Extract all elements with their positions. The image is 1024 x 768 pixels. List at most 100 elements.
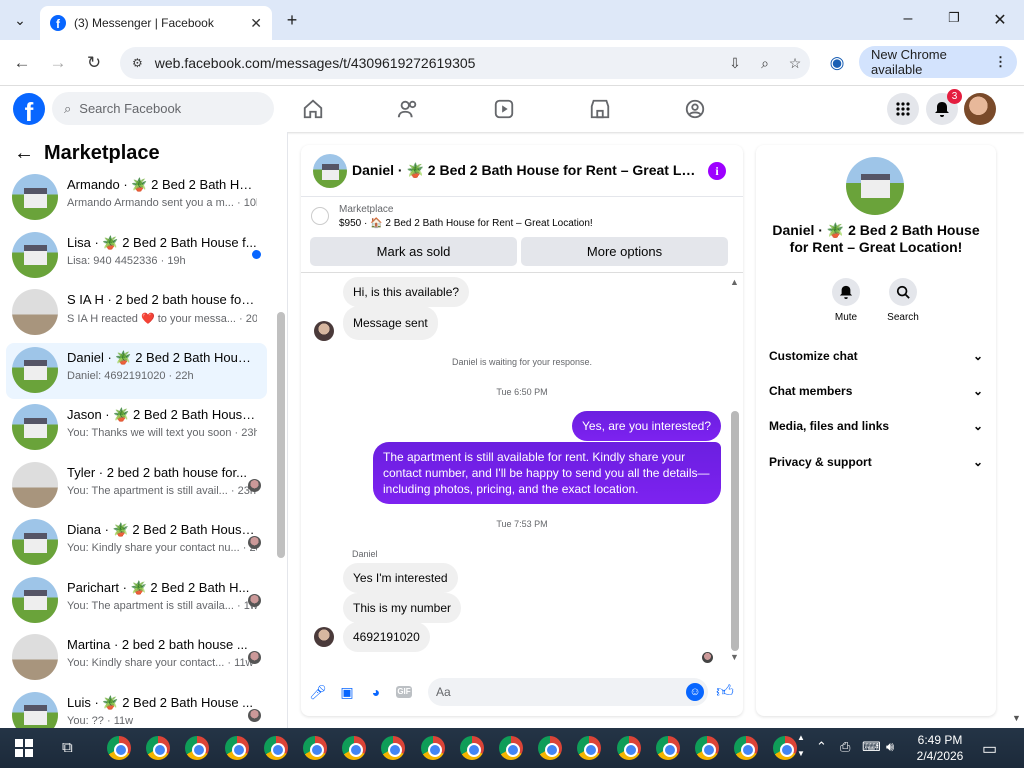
network-icon[interactable]: ⌨ [862,739,881,755]
chrome-taskbar-icon[interactable] [655,736,680,760]
taskbar-scroll-icon[interactable]: ▲ ▼ [797,730,805,762]
conversation-preview: S IA H reacted ❤️ to your messa... · 20h [67,312,257,325]
conversation-item[interactable]: Lisa · 🪴 2 Bed 2 Bath House f... Lisa: 94… [6,228,267,284]
mark-as-sold-button[interactable]: Mark as sold [310,237,517,266]
search-chat-button[interactable]: Search [873,278,933,323]
sticker-icon[interactable]: ◕ [367,683,385,701]
taskbar-clock[interactable]: 6:49 PM 2/4/2026 [910,732,970,764]
maximize-icon[interactable]: ❐ [944,10,964,26]
chrome-taskbar-icon[interactable] [224,736,249,760]
mute-button[interactable]: Mute [816,278,876,323]
search-input[interactable]: ⌕ Search Facebook [52,92,274,125]
menu-grid-icon[interactable] [887,93,919,125]
close-window-icon[interactable]: ✕ [990,10,1010,30]
privacy-support-row[interactable]: Privacy & support ⌄ [769,455,983,469]
sidebar-scrollbar[interactable] [277,312,285,558]
chrome-taskbar-icon[interactable] [420,736,445,760]
omnibox[interactable]: ⚙ web.facebook.com/messages/t/4309619272… [120,47,810,79]
volume-icon[interactable]: 🔊︎ [886,739,894,755]
conversation-item[interactable]: Parichart · 🪴 2 Bed 2 Bath H... You: The … [6,573,267,629]
chat-members-row[interactable]: Chat members ⌄ [769,384,983,398]
conversation-item[interactable]: S IA H · 2 bed 2 bath house for ... S IA … [6,285,267,341]
chat-title[interactable]: Daniel · 🪴 2 Bed 2 Bath House for Rent –… [352,162,702,179]
new-chrome-button[interactable]: New Chrome available ⋮ [859,46,1017,78]
preview-text: You: Kindly share your contact... [67,657,225,669]
bookmark-star-icon[interactable]: ☆ [780,55,810,72]
chrome-taskbar-icon[interactable] [459,736,484,760]
back-icon[interactable]: ← [11,52,33,74]
like-thumb-icon[interactable]: 👍︎ [716,683,734,701]
back-arrow-icon[interactable]: ← [14,142,34,165]
video-icon[interactable] [491,96,517,122]
conversation-item[interactable]: Martina · 2 bed 2 bath house ... You: Kin… [6,630,267,686]
media-files-links-row[interactable]: Media, files and links ⌄ [769,419,983,433]
minimize-icon[interactable]: – [898,10,918,28]
close-tab-icon[interactable]: ✕ [250,15,262,32]
gif-icon[interactable]: GIF [396,686,412,698]
conversation-avatar [12,576,58,623]
tray-chevron-icon[interactable]: ⌃ [816,739,827,755]
chrome-taskbar-icon[interactable] [538,736,563,760]
conversation-name: Lisa · 🪴 2 Bed 2 Bath House f... [67,234,257,250]
tab-search-icon[interactable]: ⌄ [8,8,32,32]
forward-icon[interactable]: → [47,52,69,74]
chat-avatar[interactable] [313,154,347,188]
chrome-taskbar-icon[interactable] [577,736,602,760]
notifications-center-icon[interactable]: ▭ [982,739,997,759]
scroll-down-arrow-icon[interactable]: ▼ [730,652,739,662]
chrome-taskbar-icon[interactable] [381,736,406,760]
install-icon[interactable]: ⇩ [720,55,750,72]
friends-icon[interactable] [395,96,421,122]
conversation-item[interactable]: Daniel · 🪴 2 Bed 2 Bath House ... Daniel:… [6,342,267,399]
chrome-taskbar-icon[interactable] [146,736,171,760]
profile-icon[interactable]: ◉ [826,52,848,74]
site-settings-icon[interactable]: ⚙ [132,56,143,70]
chrome-taskbar-icon[interactable] [303,736,327,760]
more-options-button[interactable]: More options [521,237,728,266]
tray-device-icon[interactable]: ⎙ [840,739,850,755]
chrome-taskbar-icon[interactable] [616,736,641,760]
chrome-menu-icon[interactable]: ⋮ [994,54,1007,70]
chat-scrollbar[interactable] [731,411,739,651]
chrome-taskbar-icon[interactable] [734,736,759,760]
chrome-taskbar-icon[interactable] [185,736,210,760]
page-scroll-down-arrow-icon[interactable]: ▼ [1012,713,1021,723]
url-text[interactable]: web.facebook.com/messages/t/430961927261… [155,55,720,71]
emoji-icon[interactable]: ☺ [686,683,704,701]
microphone-icon[interactable]: 🎤︎ [309,683,327,701]
conversation-preview: You: The apartment is still avail... · 2… [67,484,256,497]
chrome-taskbar-icon[interactable] [695,736,719,760]
facebook-logo-icon[interactable]: f [13,93,45,125]
conversation-name: Armando · 🪴 2 Bed 2 Bath Hou... [67,177,257,192]
conversation-item[interactable]: Tyler · 2 bed 2 bath house for... You: Th… [6,458,267,514]
chrome-taskbar-icon[interactable] [107,736,131,760]
preview-text: You: The apartment is still avail... [67,484,228,497]
conversation-item[interactable]: Jason · 🪴 2 Bed 2 Bath House f... You: Th… [6,400,267,456]
chrome-taskbar-icon[interactable] [499,736,523,760]
conversation-name: Daniel · 🪴 2 Bed 2 Bath House ... [67,349,257,365]
groups-icon[interactable] [682,96,708,122]
conversation-preview: Armando Armando sent you a m... · 10h [67,197,257,209]
zoom-icon[interactable]: ⌕ [750,55,780,72]
chat-header: Daniel · 🪴 2 Bed 2 Bath House for Rent –… [301,145,743,197]
unread-dot [252,249,261,259]
listing-line[interactable]: $950 · 🏠 2 Bed 2 Bath House for Rent – G… [339,218,593,229]
message-input[interactable]: Aa ☺ [428,678,708,706]
chrome-taskbar-icon[interactable] [773,736,798,760]
chrome-taskbar-icon[interactable] [263,736,288,760]
home-icon[interactable] [300,96,326,122]
windows-start-icon[interactable] [15,739,33,757]
message-composer: 🎤︎ ▣ ◕ GIF Aa ☺ 👍︎ [301,673,743,713]
marketplace-icon[interactable] [587,96,613,122]
conversation-item[interactable]: Armando · 🪴 2 Bed 2 Bath Hou... Armando A… [6,170,267,226]
image-icon[interactable]: ▣ [338,683,356,701]
browser-tab[interactable]: f (3) Messenger | Facebook ✕ [40,6,272,40]
new-tab-icon[interactable]: + [280,8,304,32]
task-view-icon[interactable]: ⧉ [62,739,73,756]
reload-icon[interactable]: ↻ [83,52,105,74]
info-icon[interactable]: i [708,162,726,180]
account-avatar[interactable] [964,93,996,125]
conversation-item[interactable]: Diana · 🪴 2 Bed 2 Bath House f... You: Ki… [6,515,267,571]
chrome-taskbar-icon[interactable] [342,736,367,760]
customize-chat-row[interactable]: Customize chat ⌄ [769,349,983,363]
